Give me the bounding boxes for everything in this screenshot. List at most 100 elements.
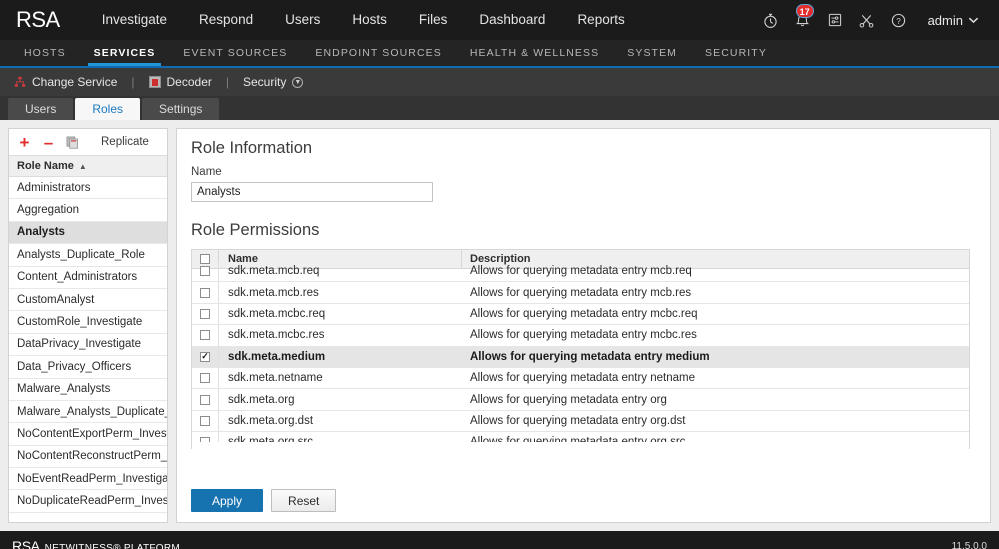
row-checkbox[interactable] bbox=[200, 394, 210, 405]
subnav-item-health-wellness[interactable]: HEALTH & WELLNESS bbox=[456, 40, 613, 66]
row-checkbox[interactable] bbox=[200, 415, 210, 426]
reset-button[interactable]: Reset bbox=[271, 489, 337, 512]
list-item[interactable]: NoContentReconstructPerm_I... bbox=[9, 446, 167, 469]
row-checkbox-cell[interactable] bbox=[192, 389, 219, 410]
tab-users[interactable]: Users bbox=[8, 98, 74, 120]
row-checkbox-cell[interactable] bbox=[192, 282, 219, 303]
remove-role-button[interactable]: – bbox=[41, 134, 56, 151]
permission-description: Allows for querying metadata entry mcbc.… bbox=[470, 329, 697, 342]
permission-name: sdk.meta.org bbox=[228, 393, 295, 406]
nav-item-reports[interactable]: Reports bbox=[561, 0, 640, 40]
permission-name: sdk.meta.medium bbox=[228, 350, 326, 363]
scissors-tools-icon[interactable] bbox=[858, 11, 876, 29]
svg-text:?: ? bbox=[896, 17, 901, 26]
table-row[interactable]: sdk.meta.netname Allows for querying met… bbox=[192, 367, 969, 390]
row-checkbox[interactable] bbox=[200, 330, 210, 341]
subnav-item-services[interactable]: SERVICES bbox=[80, 40, 170, 66]
chevron-down-icon bbox=[968, 17, 979, 24]
role-name-input[interactable] bbox=[191, 182, 433, 202]
breadcrumb-separator-2: | bbox=[225, 75, 229, 89]
role-detail-panel: Role Information Name Role Permissions N… bbox=[176, 128, 991, 523]
replicate-button[interactable]: Replicate bbox=[101, 136, 149, 148]
permission-description: Allows for querying metadata entry org.d… bbox=[470, 414, 686, 427]
row-checkbox-cell[interactable] bbox=[192, 432, 219, 442]
subnav-item-security[interactable]: SECURITY bbox=[691, 40, 781, 66]
list-item[interactable]: DataPrivacy_Investigate bbox=[9, 334, 167, 357]
footer-version: 11.5.0.0 bbox=[951, 540, 987, 549]
row-checkbox-checked[interactable]: ✓ bbox=[200, 351, 210, 362]
list-item[interactable]: NoEventReadPerm_Investigate bbox=[9, 468, 167, 491]
list-item[interactable]: Data_Privacy_Officers bbox=[9, 356, 167, 379]
row-checkbox[interactable] bbox=[200, 287, 210, 298]
breadcrumb-service[interactable]: Decoder bbox=[145, 75, 216, 89]
permissions-table: Name Description sdk.meta.mcb.req Allows… bbox=[191, 249, 970, 449]
row-checkbox[interactable] bbox=[200, 437, 210, 442]
list-item[interactable]: CustomAnalyst bbox=[9, 289, 167, 312]
list-item[interactable]: Content_Administrators bbox=[9, 267, 167, 289]
row-checkbox[interactable] bbox=[200, 308, 210, 319]
roles-list[interactable]: Administrators Aggregation Analysts Anal… bbox=[9, 177, 167, 522]
table-row[interactable]: sdk.meta.mcbc.req Allows for querying me… bbox=[192, 303, 969, 326]
permissions-table-body[interactable]: sdk.meta.mcb.req Allows for querying met… bbox=[192, 261, 969, 442]
user-menu-label: admin bbox=[927, 12, 963, 28]
row-checkbox[interactable] bbox=[200, 373, 210, 384]
table-row[interactable]: sdk.meta.org.dst Allows for querying met… bbox=[192, 410, 969, 433]
row-checkbox-cell[interactable] bbox=[192, 261, 219, 282]
breadcrumb-section[interactable]: Security ▼ bbox=[239, 75, 307, 89]
subnav-item-system[interactable]: SYSTEM bbox=[613, 40, 691, 66]
tab-roles[interactable]: Roles bbox=[75, 98, 141, 120]
user-menu[interactable]: admin bbox=[928, 13, 979, 28]
notification-bell-icon[interactable]: 17 bbox=[794, 4, 814, 29]
row-checkbox[interactable] bbox=[200, 266, 210, 277]
table-row[interactable]: sdk.meta.mcbc.res Allows for querying me… bbox=[192, 325, 969, 347]
change-service-button[interactable]: Change Service bbox=[10, 75, 121, 89]
list-item[interactable]: NoContentExportPerm_Investi... bbox=[9, 423, 167, 446]
secondary-navigation: HOSTS SERVICES EVENT SOURCES ENDPOINT SO… bbox=[0, 40, 999, 68]
nav-item-investigate[interactable]: Investigate bbox=[86, 0, 183, 40]
chevron-down-circle-icon[interactable]: ▼ bbox=[292, 76, 304, 88]
main-navigation: Investigate Respond Users Hosts Files Da… bbox=[86, 0, 641, 40]
stopwatch-icon[interactable] bbox=[762, 11, 780, 29]
list-item-selected[interactable]: Analysts bbox=[9, 221, 167, 245]
tab-settings[interactable]: Settings bbox=[142, 98, 220, 120]
list-item[interactable]: Analysts_Duplicate_Role bbox=[9, 244, 167, 267]
column-header-description[interactable]: Description bbox=[462, 253, 969, 265]
roles-column-header[interactable]: Role Name ▲ bbox=[9, 156, 167, 177]
row-checkbox-cell[interactable] bbox=[192, 367, 219, 389]
nav-item-users[interactable]: Users bbox=[269, 0, 336, 40]
table-row-checked[interactable]: ✓ sdk.meta.medium Allows for querying me… bbox=[192, 346, 969, 368]
table-row[interactable]: sdk.meta.org.src Allows for querying met… bbox=[192, 432, 969, 442]
row-checkbox-cell[interactable] bbox=[192, 303, 219, 325]
permission-description: Allows for querying metadata entry mcb.r… bbox=[470, 265, 692, 278]
permission-name: sdk.meta.org.src bbox=[219, 436, 462, 442]
row-checkbox-cell[interactable] bbox=[192, 410, 219, 432]
subnav-item-hosts[interactable]: HOSTS bbox=[10, 40, 80, 66]
subnav-item-endpoint-sources[interactable]: ENDPOINT SOURCES bbox=[301, 40, 456, 66]
nav-item-hosts[interactable]: Hosts bbox=[336, 0, 403, 40]
permission-description: Allows for querying metadata entry org bbox=[470, 393, 667, 406]
nav-item-dashboard[interactable]: Dashboard bbox=[463, 0, 561, 40]
settings-sliders-icon[interactable] bbox=[826, 11, 844, 29]
table-row[interactable]: sdk.meta.org Allows for querying metadat… bbox=[192, 389, 969, 411]
apply-button[interactable]: Apply bbox=[191, 489, 264, 512]
subnav-item-event-sources[interactable]: EVENT SOURCES bbox=[169, 40, 301, 66]
list-item[interactable]: Administrators bbox=[9, 177, 167, 200]
add-role-button[interactable]: + bbox=[17, 134, 32, 151]
clone-role-icon[interactable] bbox=[65, 135, 80, 150]
row-checkbox-cell[interactable]: ✓ bbox=[192, 346, 219, 367]
row-checkbox-cell[interactable] bbox=[192, 325, 219, 346]
list-item[interactable]: NoDuplicateReadPerm_Investig... bbox=[9, 490, 167, 513]
nav-item-files[interactable]: Files bbox=[403, 0, 464, 40]
footer-branding: RSA NETWITNESS® PLATFORM bbox=[12, 538, 180, 549]
list-item[interactable]: Aggregation bbox=[9, 199, 167, 222]
change-service-label: Change Service bbox=[32, 75, 118, 89]
list-item[interactable]: Malware_Analysts_Duplicate_R... bbox=[9, 401, 167, 424]
list-item[interactable]: CustomRole_Investigate bbox=[9, 311, 167, 334]
table-row[interactable]: sdk.meta.mcb.res Allows for querying met… bbox=[192, 282, 969, 304]
permission-name: sdk.meta.netname bbox=[228, 372, 323, 385]
list-item[interactable]: Malware_Analysts bbox=[9, 379, 167, 401]
table-row[interactable]: sdk.meta.mcb.req Allows for querying met… bbox=[192, 261, 969, 283]
help-circle-icon[interactable]: ? bbox=[890, 11, 908, 29]
role-information-title: Role Information bbox=[191, 139, 313, 157]
nav-item-respond[interactable]: Respond bbox=[183, 0, 269, 40]
